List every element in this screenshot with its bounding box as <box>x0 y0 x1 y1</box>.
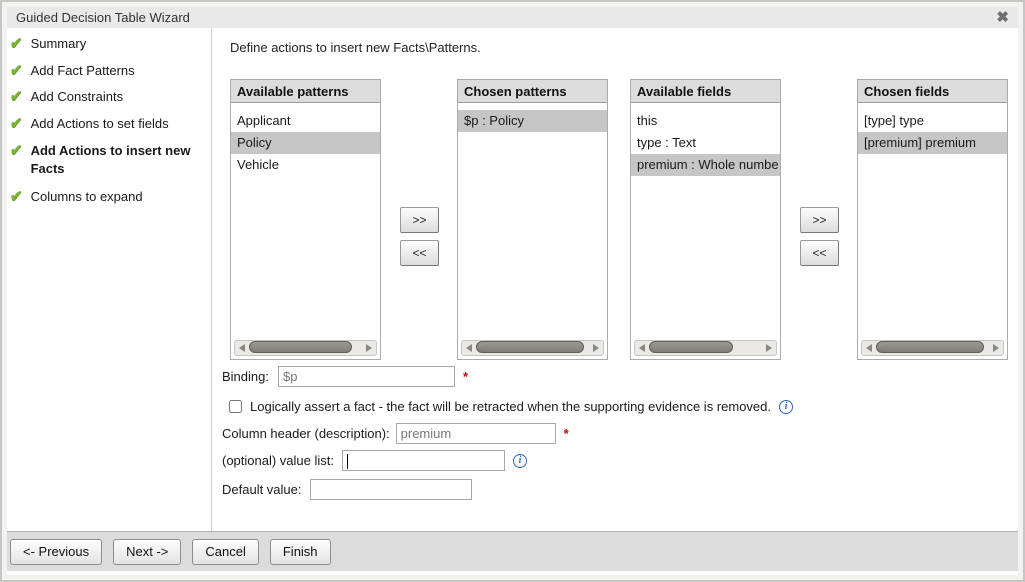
sidebar-item-columns-to-expand[interactable]: ✔ Columns to expand <box>10 188 143 206</box>
column-header-label: Column header (description): <box>222 426 390 441</box>
binding-row: Binding: * <box>222 366 468 387</box>
horizontal-scrollbar[interactable] <box>234 340 377 356</box>
scroll-left-icon[interactable] <box>639 344 645 352</box>
sidebar-item-add-constraints[interactable]: ✔ Add Constraints <box>10 88 123 106</box>
scroll-right-icon[interactable] <box>766 344 772 352</box>
add-pattern-button[interactable]: >> <box>400 207 439 233</box>
list-header: Chosen patterns <box>458 80 607 103</box>
sidebar-item-add-actions-insert-facts[interactable]: ✔ Add Actions to insert new Facts <box>10 142 193 178</box>
scroll-left-icon[interactable] <box>866 344 872 352</box>
sidebar-item-label: Add Fact Patterns <box>31 62 135 80</box>
available-patterns-list: Available patterns Applicant Policy Vehi… <box>230 79 381 360</box>
horizontal-scrollbar[interactable] <box>861 340 1004 356</box>
fields-transfer-buttons: >> << <box>800 207 839 266</box>
value-list-input[interactable] <box>342 450 505 471</box>
scrollbar-thumb[interactable] <box>476 341 584 353</box>
info-icon[interactable]: i <box>513 454 527 468</box>
default-value-input[interactable] <box>310 479 472 500</box>
sidebar-item-label: Add Actions to insert new Facts <box>31 142 193 178</box>
list-item-selected[interactable]: [premium] premium <box>858 132 1007 154</box>
list-header: Chosen fields <box>858 80 1007 103</box>
logical-assert-row: Logically assert a fact - the fact will … <box>229 399 793 414</box>
close-icon[interactable]: ✖ <box>996 10 1009 25</box>
scroll-right-icon[interactable] <box>366 344 372 352</box>
available-fields-list: Available fields this type : Text premiu… <box>630 79 781 360</box>
scroll-right-icon[interactable] <box>993 344 999 352</box>
info-icon[interactable]: i <box>779 400 793 414</box>
value-list-row: (optional) value list: i <box>222 450 527 471</box>
list-item-selected[interactable]: $p : Policy <box>458 110 607 132</box>
default-value-row: Default value: <box>222 479 472 500</box>
default-value-label: Default value: <box>222 482 302 497</box>
remove-pattern-button[interactable]: << <box>400 240 439 266</box>
list-item-selected[interactable]: premium : Whole numbe <box>631 154 780 176</box>
next-button[interactable]: Next -> <box>113 539 181 565</box>
list-header: Available fields <box>631 80 780 103</box>
add-field-button[interactable]: >> <box>800 207 839 233</box>
previous-button[interactable]: <- Previous <box>10 539 102 565</box>
scrollbar-thumb[interactable] <box>249 341 352 353</box>
list-item[interactable]: type : Text <box>631 132 780 154</box>
horizontal-scrollbar[interactable] <box>461 340 604 356</box>
check-icon: ✔ <box>10 62 23 80</box>
logical-assert-checkbox[interactable] <box>229 400 242 413</box>
column-header-input[interactable] <box>396 423 556 444</box>
check-icon: ✔ <box>10 35 23 53</box>
finish-button[interactable]: Finish <box>270 539 331 565</box>
column-header-row: Column header (description): * <box>222 423 569 444</box>
value-list-label: (optional) value list: <box>222 453 334 468</box>
remove-field-button[interactable]: << <box>800 240 839 266</box>
scrollbar-thumb[interactable] <box>876 341 984 353</box>
dialog-content: Guided Decision Table Wizard ✖ ✔ Summary… <box>7 7 1018 575</box>
check-icon: ✔ <box>10 115 23 133</box>
sidebar-item-label: Columns to expand <box>31 188 143 206</box>
list-item[interactable]: this <box>631 110 780 132</box>
binding-input[interactable] <box>278 366 455 387</box>
list-item[interactable]: Applicant <box>231 110 380 132</box>
check-icon: ✔ <box>10 88 23 106</box>
scrollbar-thumb[interactable] <box>649 341 733 353</box>
required-asterisk: * <box>564 426 569 441</box>
scroll-left-icon[interactable] <box>466 344 472 352</box>
horizontal-scrollbar[interactable] <box>634 340 777 356</box>
page-instruction: Define actions to insert new Facts\Patte… <box>230 40 481 55</box>
check-icon: ✔ <box>10 142 23 178</box>
text-cursor <box>347 454 348 469</box>
list-header: Available patterns <box>231 80 380 103</box>
binding-label: Binding: <box>222 369 269 384</box>
chosen-fields-list: Chosen fields [type] type [premium] prem… <box>857 79 1008 360</box>
footer-button-bar: <- Previous Next -> Cancel Finish <box>7 531 1018 571</box>
sidebar-item-label: Summary <box>31 35 87 53</box>
chosen-patterns-list: Chosen patterns $p : Policy <box>457 79 608 360</box>
sidebar-item-label: Add Constraints <box>31 88 124 106</box>
sidebar-item-add-actions-set-fields[interactable]: ✔ Add Actions to set fields <box>10 115 169 133</box>
dialog-title: Guided Decision Table Wizard <box>16 10 190 25</box>
logical-assert-label: Logically assert a fact - the fact will … <box>250 399 771 414</box>
list-item[interactable]: [type] type <box>858 110 1007 132</box>
cancel-button[interactable]: Cancel <box>192 539 258 565</box>
required-asterisk: * <box>463 369 468 384</box>
patterns-transfer-buttons: >> << <box>400 207 439 266</box>
list-item[interactable]: Vehicle <box>231 154 380 176</box>
sidebar-item-add-fact-patterns[interactable]: ✔ Add Fact Patterns <box>10 62 135 80</box>
check-icon: ✔ <box>10 188 23 206</box>
guided-decision-table-wizard-dialog: Guided Decision Table Wizard ✖ ✔ Summary… <box>0 0 1025 582</box>
sidebar-item-label: Add Actions to set fields <box>31 115 169 133</box>
list-item-selected[interactable]: Policy <box>231 132 380 154</box>
sidebar-item-summary[interactable]: ✔ Summary <box>10 35 86 53</box>
scroll-left-icon[interactable] <box>239 344 245 352</box>
sidebar-divider <box>211 28 212 531</box>
title-bar: Guided Decision Table Wizard ✖ <box>7 7 1018 28</box>
scroll-right-icon[interactable] <box>593 344 599 352</box>
